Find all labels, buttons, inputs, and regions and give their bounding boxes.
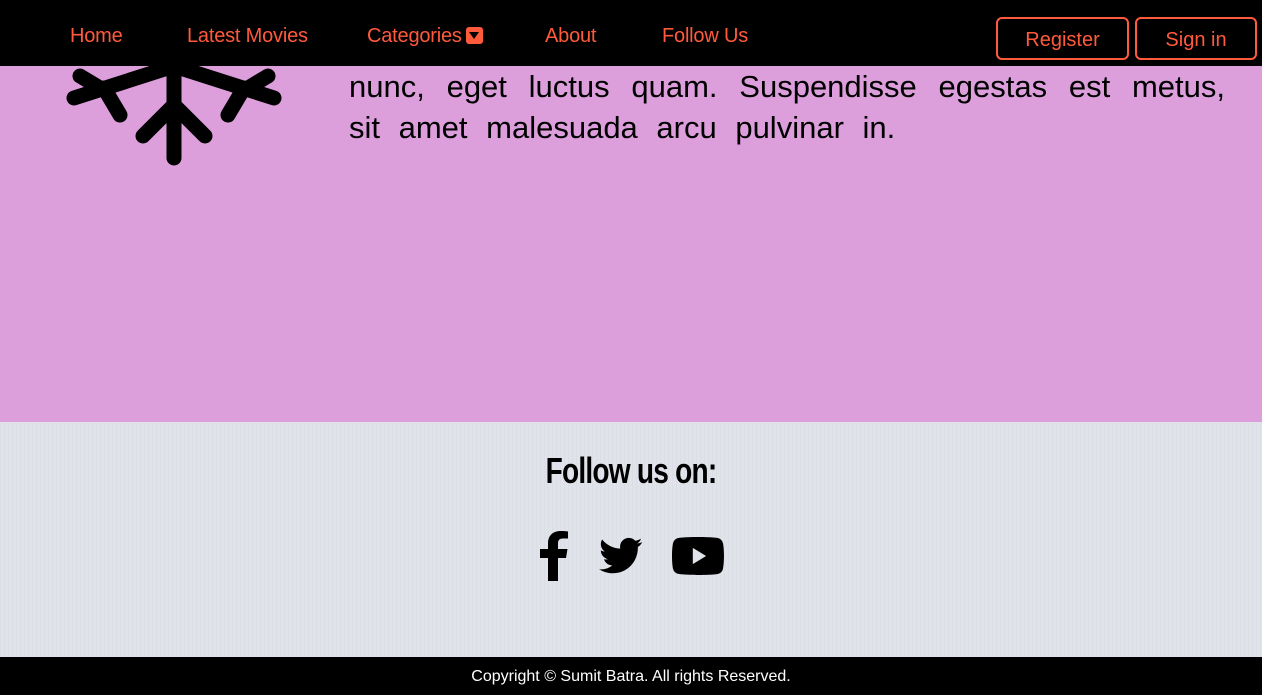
footer: Copyright © Sumit Batra. All rights Rese…: [0, 657, 1262, 695]
register-button[interactable]: Register: [996, 17, 1129, 60]
twitter-icon: [599, 537, 643, 574]
nav-categories-label: Categories: [367, 25, 462, 47]
youtube-link[interactable]: [672, 530, 724, 582]
facebook-link[interactable]: [537, 530, 571, 582]
navbar: Home Latest Movies Categories About Foll…: [0, 0, 1262, 66]
sign-in-button[interactable]: Sign in: [1135, 17, 1257, 60]
nav-home-link[interactable]: Home: [70, 22, 123, 50]
follow-title: Follow us on:: [545, 450, 718, 491]
copyright-text: Copyright © Sumit Batra. All rights Rese…: [471, 667, 791, 685]
facebook-icon: [540, 531, 568, 581]
content-section: nunc, eget luctus quam. Suspendisse eges…: [0, 48, 1262, 422]
twitter-link[interactable]: [598, 530, 644, 582]
nav-follow-us-link[interactable]: Follow Us: [662, 22, 748, 50]
content-paragraph: nunc, eget luctus quam. Suspendisse eges…: [349, 69, 1225, 145]
youtube-icon: [672, 537, 724, 575]
nav-latest-movies-link[interactable]: Latest Movies: [187, 22, 308, 50]
nav-categories-dropdown[interactable]: Categories: [367, 22, 483, 50]
caret-down-icon: [465, 27, 483, 44]
nav-about-link[interactable]: About: [545, 22, 596, 50]
follow-section: Follow us on:: [0, 422, 1262, 657]
